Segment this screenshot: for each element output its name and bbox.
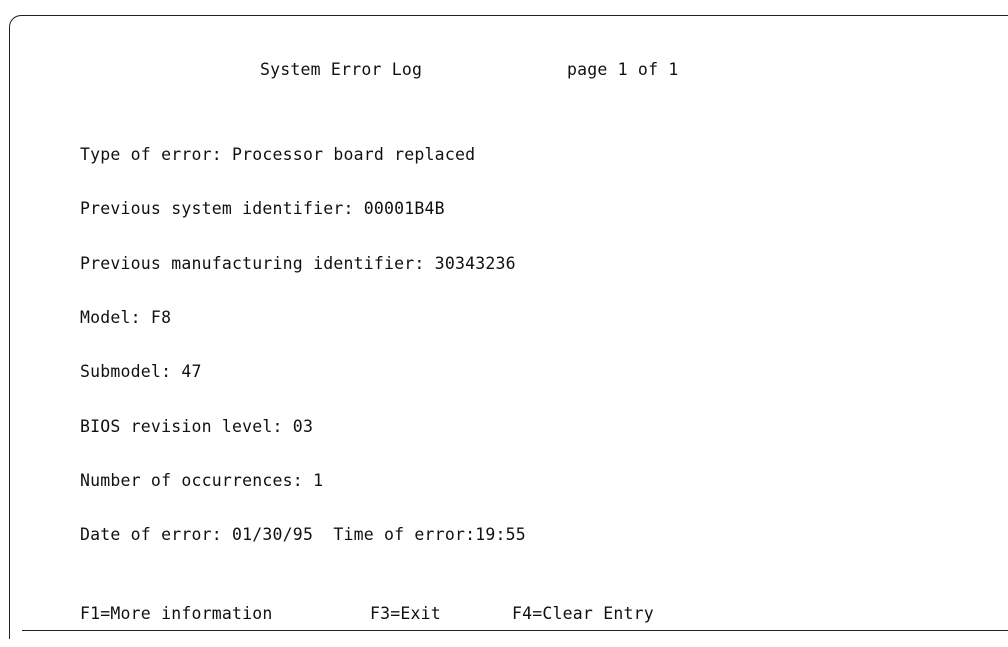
field-submodel: Submodel: 47 <box>80 362 202 381</box>
bottom-divider <box>22 630 1008 631</box>
field-date-time-of-error: Date of error: 01/30/95 Time of error:19… <box>80 525 526 544</box>
field-model: Model: F8 <box>80 308 172 327</box>
screen-title: System Error Log <box>260 60 423 79</box>
page-indicator: page 1 of 1 <box>567 60 679 79</box>
field-number-of-occurrences: Number of occurrences: 1 <box>80 471 324 490</box>
field-type-of-error: Type of error: Processor board replaced <box>80 145 476 164</box>
f3-exit-key[interactable]: F3=Exit <box>370 604 441 624</box>
field-bios-revision-level: BIOS revision level: 03 <box>80 417 314 436</box>
field-previous-manufacturing-identifier: Previous manufacturing identifier: 30343… <box>80 254 516 273</box>
f1-more-information-key[interactable]: F1=More information <box>80 604 273 624</box>
field-previous-system-identifier: Previous system identifier: 00001B4B <box>80 199 445 218</box>
frame-corner-tick <box>9 622 10 634</box>
f4-clear-entry-key[interactable]: F4=Clear Entry <box>512 604 654 624</box>
